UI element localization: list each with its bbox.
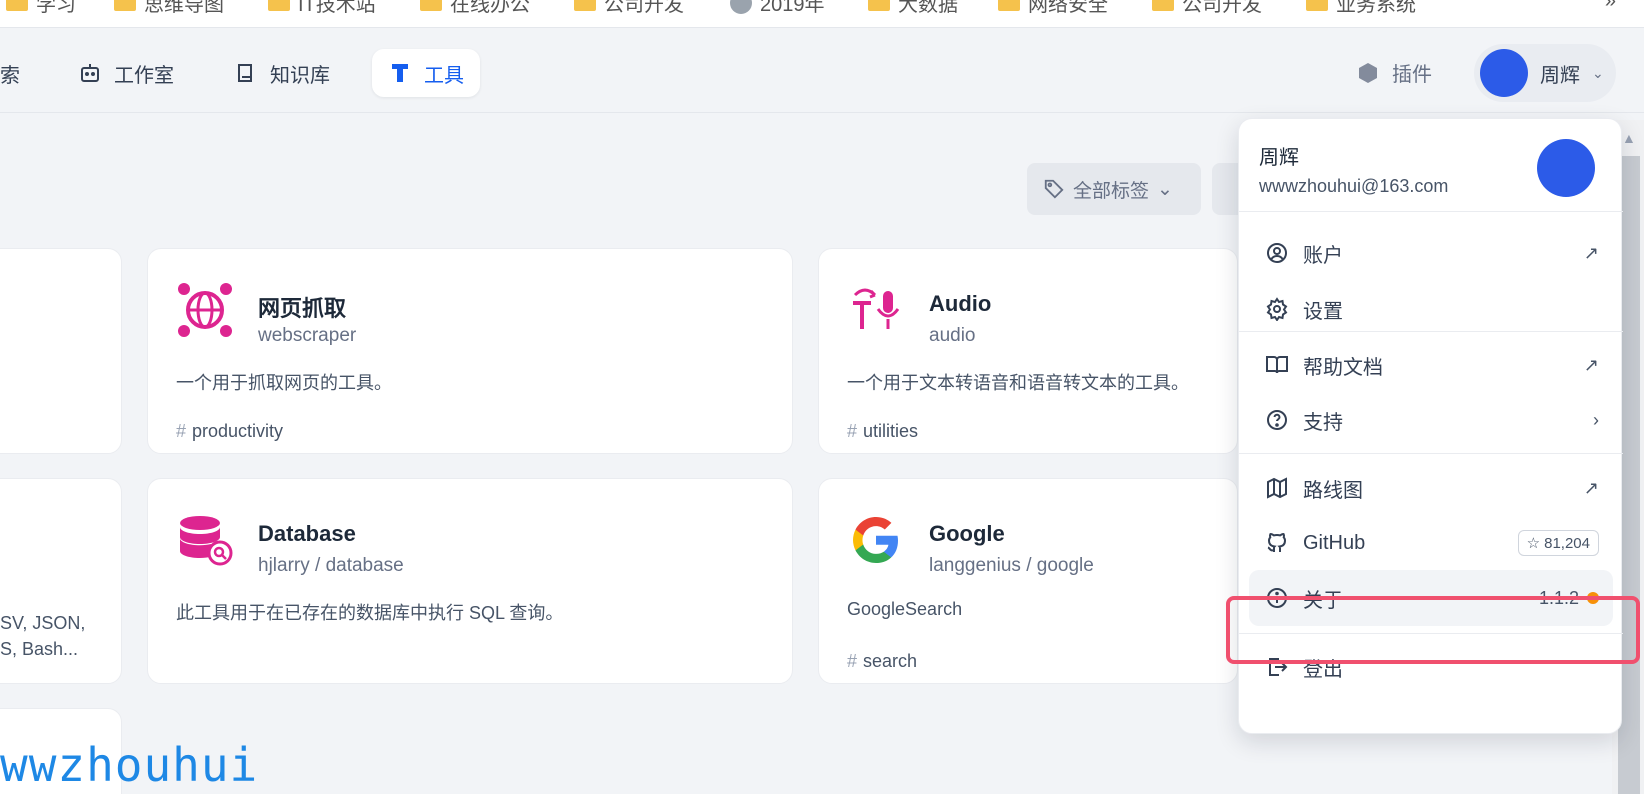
tool-card-audio[interactable]: Audio audio 一个用于文本转语音和语音转文本的工具。 # utiliti… (818, 248, 1238, 454)
bookmark-item[interactable]: 公司开发 (1152, 0, 1262, 17)
audio-icon (853, 288, 900, 329)
chevron-down-icon: ⌄ (1592, 64, 1604, 81)
tool-card-database[interactable]: Database hjlarry / database 此工具用于在已存在的数据… (147, 478, 793, 684)
card-description: 一个用于文本转语音和语音转文本的工具。 (847, 373, 1189, 393)
menu-item-settings[interactable]: 设置 (1249, 281, 1613, 337)
menu-item-docs[interactable]: 帮助文档 ↗ (1249, 337, 1613, 393)
tag-filter-button[interactable]: 全部标签 ⌄ (1027, 163, 1201, 215)
bookmark-item[interactable]: 公司开发 (574, 0, 684, 17)
card-tag: # productivity (176, 421, 284, 441)
book-open-icon (1266, 356, 1288, 374)
menu-item-github[interactable]: GitHub ☆ 81,204 (1249, 515, 1613, 571)
external-link-icon: ↗ (1583, 242, 1599, 263)
user-circle-icon (1267, 243, 1287, 263)
plugin-button[interactable]: 插件 (1356, 58, 1432, 87)
google-icon (853, 517, 898, 563)
menu-user-email: wwwzhouhui@163.com (1259, 176, 1449, 196)
menu-user-name: 周辉 (1259, 147, 1299, 169)
card-description-partial: SV, JSON, S, Bash... (0, 613, 86, 659)
watermark: wwzhouhui (0, 738, 259, 792)
folder-icon (420, 0, 442, 11)
help-circle-icon (1267, 410, 1287, 430)
folder-icon (998, 0, 1020, 11)
avatar (1537, 139, 1595, 197)
folder-icon (6, 0, 28, 11)
bookmark-item[interactable]: 2019年 (730, 0, 825, 17)
book-icon (238, 64, 252, 82)
card-title: Google (929, 521, 1005, 546)
bookmarks-bar: 学习 思维导图 IT技术站 在线办公 公司开发 2019年 大数据 网络安全 公… (0, 0, 1644, 28)
external-link-icon: ↗ (1583, 477, 1599, 498)
card-title: Database (258, 521, 356, 546)
tab-studio-label: 工作室 (114, 64, 174, 87)
folder-icon (1152, 0, 1174, 11)
card-tag: # search (847, 651, 918, 671)
menu-divider (1239, 211, 1623, 212)
card-title: 网页抓取 (258, 296, 347, 321)
tab-tools-label: 工具 (424, 64, 464, 87)
cube-icon (1359, 62, 1377, 83)
bookmark-item[interactable]: 思维导图 (114, 0, 224, 17)
menu-divider (1239, 331, 1623, 332)
tab-explore-label: 索 (0, 64, 20, 87)
bookmark-item[interactable]: IT技术站 (268, 0, 376, 17)
bookmark-item[interactable]: 学习 (6, 0, 76, 17)
folder-icon (574, 0, 596, 11)
globe-icon (730, 0, 752, 14)
menu-item-account[interactable]: 账户 ↗ (1249, 225, 1613, 281)
card-description: GoogleSearch (847, 599, 963, 619)
menu-item-support[interactable]: 支持 › (1249, 392, 1613, 448)
bookmarks-more-button[interactable]: » (1605, 0, 1616, 13)
avatar (1480, 49, 1528, 97)
tab-knowledge-label: 知识库 (270, 64, 330, 87)
bookmark-item[interactable]: 网络安全 (998, 0, 1108, 17)
plugin-label: 插件 (1392, 64, 1432, 86)
webscraper-icon (178, 283, 232, 337)
bookmark-item[interactable]: 在线办公 (420, 0, 530, 17)
tab-tools[interactable]: 工具 (372, 49, 480, 97)
chevron-right-icon: › (1593, 409, 1599, 430)
highlight-annotation-box (1226, 596, 1640, 664)
external-link-icon: ↗ (1583, 354, 1599, 375)
bookmark-item[interactable]: 大数据 (868, 0, 958, 17)
chevron-down-icon: ⌄ (1157, 178, 1173, 200)
star-icon: ☆ (1526, 535, 1541, 552)
folder-icon (268, 0, 290, 11)
tag-filter-label: 全部标签 (1073, 180, 1150, 202)
folder-icon (1306, 0, 1328, 11)
user-menu-button[interactable]: 周辉 ⌄ (1474, 44, 1616, 102)
card-subtitle: webscraper (258, 325, 357, 346)
tool-card-google[interactable]: Google langgenius / google GoogleSearch … (818, 478, 1238, 684)
tag-icon (1044, 179, 1064, 199)
gear-icon (1266, 297, 1288, 321)
github-icon (1267, 533, 1287, 552)
user-name: 周辉 (1540, 64, 1580, 87)
tab-explore[interactable]: 索 (0, 49, 36, 97)
tab-studio[interactable]: 工作室 (62, 49, 190, 97)
card-title: Audio (929, 291, 992, 316)
card-description: 此工具用于在已存在的数据库中执行 SQL 查询。 (176, 603, 564, 623)
tools-icon (392, 64, 408, 82)
card-tag: # utilities (847, 421, 919, 441)
menu-divider (1239, 453, 1623, 454)
card-description: 一个用于抓取网页的工具。 (176, 373, 392, 393)
scroll-up-arrow-icon[interactable]: ▲ (1622, 130, 1636, 146)
tab-knowledge[interactable]: 知识库 (218, 49, 346, 97)
folder-icon (114, 0, 136, 11)
menu-user-info: 周辉 wwwzhouhui@163.com (1259, 141, 1448, 197)
menu-item-roadmap[interactable]: 路线图 ↗ (1249, 460, 1613, 516)
tool-card-partial[interactable] (0, 248, 122, 454)
card-subtitle: audio (929, 325, 976, 346)
database-icon (180, 516, 233, 566)
map-icon (1267, 477, 1287, 499)
bookmark-item[interactable]: 业务系统 (1306, 0, 1416, 17)
card-subtitle: langgenius / google (929, 555, 1094, 576)
robot-icon (81, 64, 99, 82)
tool-card-webscraper[interactable]: 网页抓取 webscraper 一个用于抓取网页的工具。 # productivi… (147, 248, 793, 454)
github-stars-badge: ☆ 81,204 (1517, 530, 1599, 556)
folder-icon (868, 0, 890, 11)
card-subtitle: hjlarry / database (258, 555, 404, 576)
